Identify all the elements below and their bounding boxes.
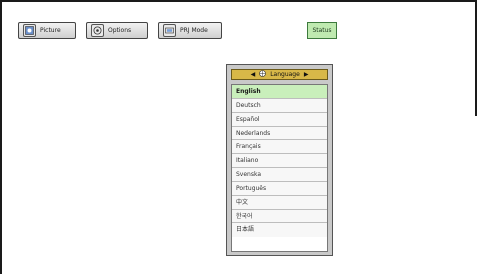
picture-icon [23, 24, 36, 37]
language-item-nederlands[interactable]: Nederlands [232, 126, 327, 141]
tab-picture[interactable]: Picture [18, 22, 76, 39]
tab-prj-mode[interactable]: PRJ Mode [158, 22, 222, 39]
language-item-korean[interactable]: 한국어 [232, 209, 327, 224]
tab-prj-mode-label: PRJ Mode [180, 27, 208, 34]
language-item-chinese[interactable]: 中文 [232, 195, 327, 210]
language-item-francais[interactable]: Français [232, 140, 327, 155]
arrow-left-icon[interactable]: ◀ [251, 71, 256, 78]
window-left-border [0, 0, 2, 274]
language-item-japanese[interactable]: 日本語 [232, 223, 327, 238]
tab-picture-label: Picture [40, 27, 61, 34]
arrow-right-icon[interactable]: ▶ [304, 71, 309, 78]
language-list: English Deutsch Español Nederlands Franç… [231, 84, 328, 252]
language-menu-header: ◀ Language ▶ [231, 69, 328, 80]
language-item-english[interactable]: English [232, 85, 327, 99]
language-item-espanol[interactable]: Español [232, 112, 327, 127]
options-icon [91, 24, 104, 37]
window-right-border [475, 0, 477, 116]
tab-status[interactable]: Status [307, 22, 337, 39]
language-globe-icon [259, 70, 266, 79]
tab-options-label: Options [108, 27, 132, 34]
language-item-svenska[interactable]: Svenska [232, 168, 327, 182]
window-top-border [0, 0, 477, 2]
language-item-italiano[interactable]: Italiano [232, 154, 327, 169]
language-menu: ◀ Language ▶ English Deutsch Español Ned… [226, 64, 333, 256]
language-item-portugues[interactable]: Português [232, 181, 327, 196]
language-menu-title: Language [270, 71, 300, 78]
language-item-deutsch[interactable]: Deutsch [232, 98, 327, 113]
tab-status-label: Status [312, 27, 332, 34]
prj-mode-icon [163, 24, 176, 37]
tab-options[interactable]: Options [86, 22, 148, 39]
